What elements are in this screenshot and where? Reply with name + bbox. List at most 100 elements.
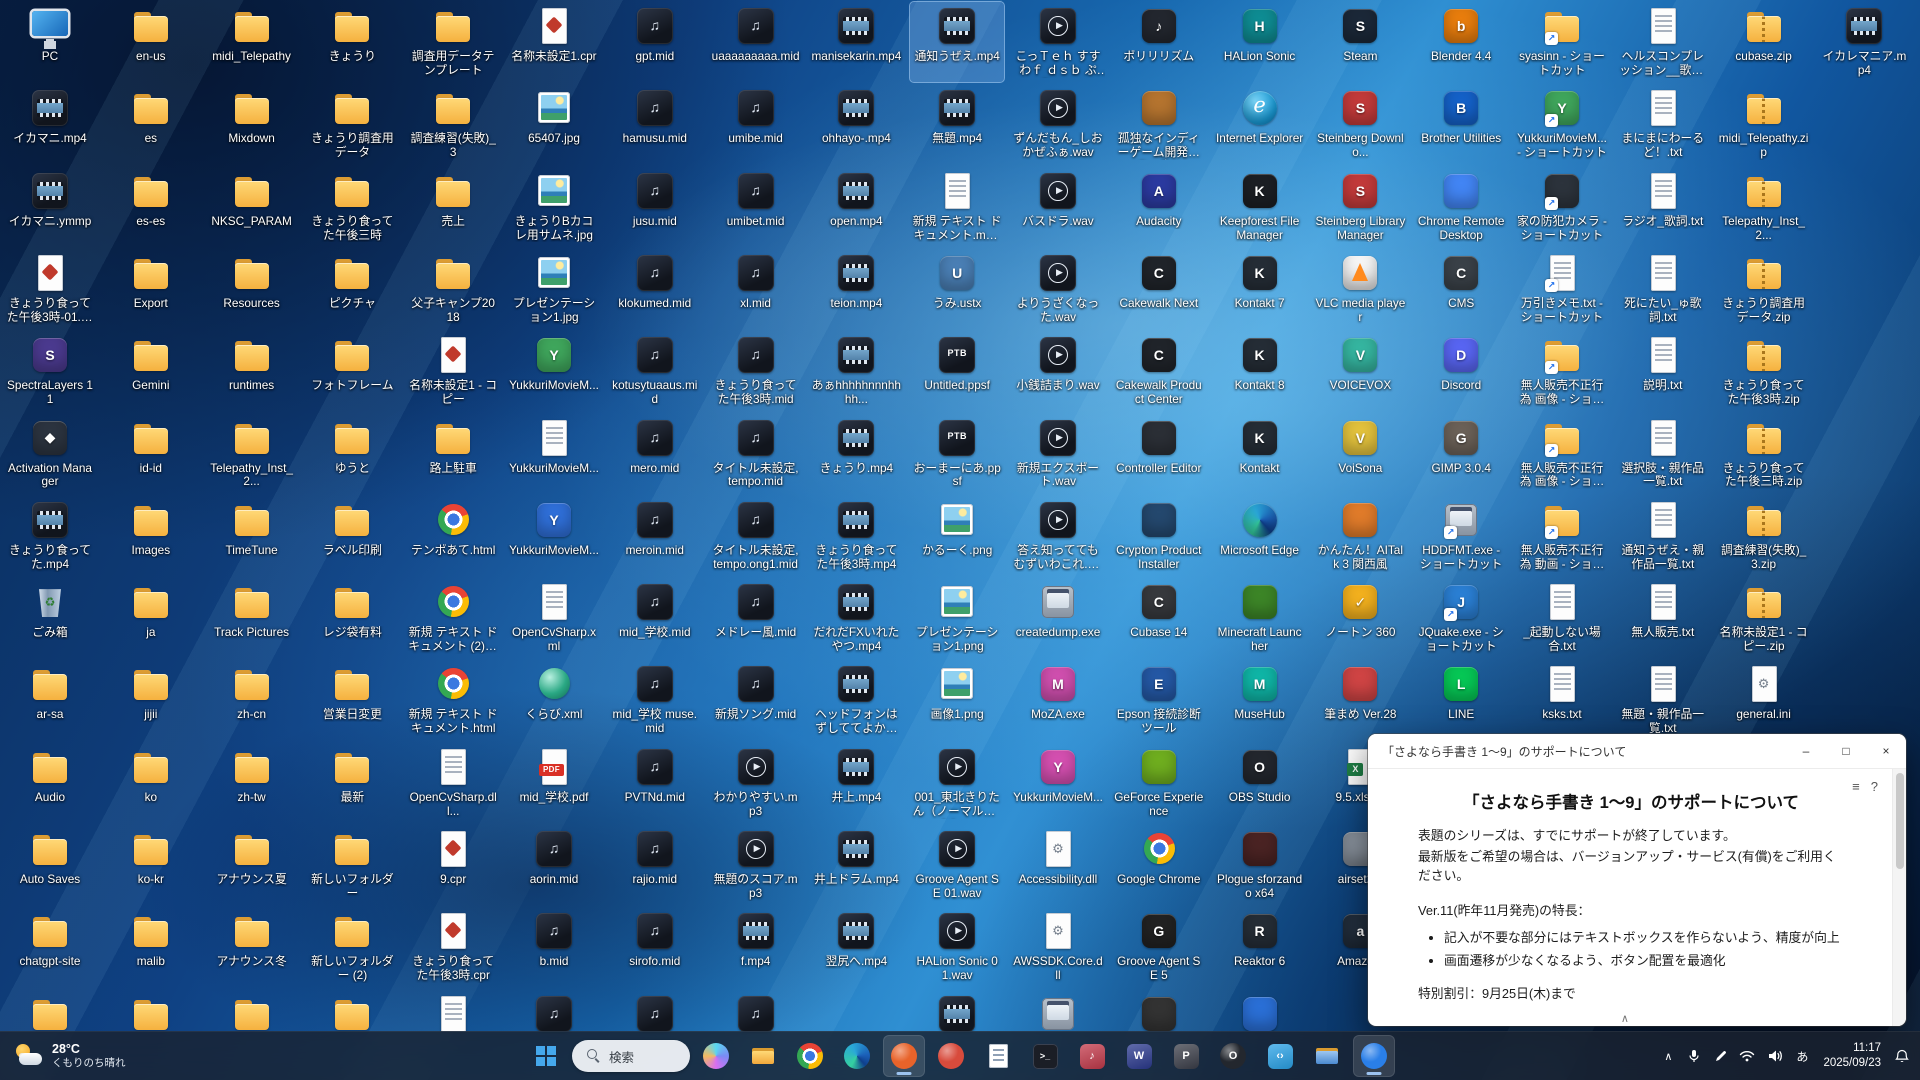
desktop-icon[interactable]: mero.mid [608, 414, 702, 494]
desktop-icon[interactable]: Untitled.ppsf [910, 331, 1004, 411]
desktop-icon[interactable]: open.mp4 [809, 167, 903, 247]
desktop-icon[interactable]: CCMS [1414, 249, 1508, 329]
desktop-icon[interactable]: KKontakt 7 [1213, 249, 1307, 329]
desktop-icon[interactable]: きょうり調査用データ [305, 84, 399, 164]
desktop-icon[interactable]: 路上駐車 [406, 414, 500, 494]
desktop-icon[interactable]: TimeTune [205, 496, 299, 576]
desktop-icon[interactable]: 小銭詰まり.wav [1011, 331, 1105, 411]
desktop-icon[interactable]: 001_東北きりたん（ノーマル）_少しv... [910, 743, 1004, 823]
desktop-icon[interactable]: 調査練習(失敗)_3 [406, 84, 500, 164]
desktop-icon[interactable]: es [104, 84, 198, 164]
desktop-icon[interactable]: イカマニ.mp4 [3, 84, 97, 164]
clock[interactable]: 11:17 2025/09/23 [1816, 1041, 1888, 1071]
terminal-taskbar-button[interactable] [1024, 1035, 1066, 1077]
desktop-icon[interactable]: 通知うぜえ・親作品一覧.txt [1616, 496, 1710, 576]
desktop-icon[interactable]: きょうり食ってた午後3時.zip [1717, 331, 1811, 411]
desktop-icon[interactable]: タイトル未設定, tempo.ong1.mid [709, 496, 803, 576]
desktop-icon[interactable]: 筆まめ Ver.28 [1313, 660, 1407, 740]
desktop-icon[interactable]: アナウンス冬 [205, 907, 299, 987]
desktop-icon[interactable]: mid_学校.pdf [507, 743, 601, 823]
desktop-icon[interactable]: SSteinberg Library Manager [1313, 167, 1407, 247]
desktop-icon[interactable]: Accessibility.dll [1011, 825, 1105, 905]
desktop-icon[interactable]: きょうり食ってた午後三時.zip [1717, 414, 1811, 494]
desktop-icon[interactable]: hamusu.mid [608, 84, 702, 164]
desktop-icon[interactable]: Export [104, 249, 198, 329]
desktop-icon[interactable]: ar-sa [3, 660, 97, 740]
desktop-icon[interactable]: 井上.mp4 [809, 743, 903, 823]
desktop-icon[interactable]: きょうり食ってた午後三時 [305, 167, 399, 247]
dialog-scrollbar[interactable] [1892, 769, 1906, 1026]
desktop-icon[interactable]: 無人販売不正行為 画像 - ショートカット [1515, 414, 1609, 494]
desktop-icon[interactable]: 新規 テキスト ドキュメント (2).html [406, 578, 500, 658]
desktop-icon[interactable]: cubase.zip [1717, 2, 1811, 82]
desktop-icon[interactable]: 調査用データテンプレート [406, 2, 500, 82]
desktop-icon[interactable]: ko [104, 743, 198, 823]
desktop-icon[interactable]: es-es [104, 167, 198, 247]
desktop-icon[interactable]: uaaaaaaaaa.mid [709, 2, 803, 82]
desktop-icon[interactable]: teion.mp4 [809, 249, 903, 329]
desktop-icon[interactable]: JJQuake.exe - ショートカット [1414, 578, 1508, 658]
desktop-icon[interactable]: KKeepforest File Manager [1213, 167, 1307, 247]
desktop-icon[interactable]: OpenCvSharp.dll... [406, 743, 500, 823]
desktop-icon[interactable]: meroin.mid [608, 496, 702, 576]
desktop-icon[interactable]: sirofo.mid [608, 907, 702, 987]
desktop-icon[interactable]: Gemini [104, 331, 198, 411]
desktop-icon[interactable]: 名称未設定1 - コピー [406, 331, 500, 411]
desktop-icon[interactable]: きょうり食ってた.mp4 [3, 496, 97, 576]
desktop-icon[interactable]: NKSC_PARAM [205, 167, 299, 247]
desktop-icon[interactable]: ohhayo-.mp4 [809, 84, 903, 164]
desktop-icon[interactable]: 説明.txt [1616, 331, 1710, 411]
desktop-icon[interactable]: Mixdown [205, 84, 299, 164]
desktop-icon[interactable]: 答え知っててもむずいわこれ.wav [1011, 496, 1105, 576]
desktop-icon[interactable]: umibet.mid [709, 167, 803, 247]
desktop-icon[interactable]: メドレー風.mid [709, 578, 803, 658]
desktop-icon[interactable]: SSpectraLayers 11 [3, 331, 97, 411]
app-red-taskbar-button[interactable] [930, 1035, 972, 1077]
desktop-icon[interactable]: 新しいフォルダー [305, 825, 399, 905]
desktop-icon[interactable]: 無人販売.txt [1616, 578, 1710, 658]
volume-icon[interactable] [1762, 1038, 1788, 1074]
desktop-icon[interactable]: midi_Telepathy [205, 2, 299, 82]
desktop-icon[interactable]: AAudacity [1112, 167, 1206, 247]
desktop-icon[interactable]: 万引きメモ.txt - ショートカット [1515, 249, 1609, 329]
desktop-icon[interactable]: 翌尻へ.mp4 [809, 907, 903, 987]
desktop-icon[interactable]: きょうり食ってた午後3時-01.cpr [3, 249, 97, 329]
desktop-icon[interactable]: Telepathy_Inst_2... [1717, 167, 1811, 247]
desktop-icon[interactable]: ラジオ_歌詞.txt [1616, 167, 1710, 247]
desktop-icon[interactable]: Auto Saves [3, 825, 97, 905]
desktop-icon[interactable]: 調査練習(失敗)_3.zip [1717, 496, 1811, 576]
desktop-icon[interactable]: mid_学校 muse.mid [608, 660, 702, 740]
desktop-icon[interactable]: Resources [205, 249, 299, 329]
desktop-icon[interactable]: zh-tw [205, 743, 299, 823]
desktop-icon[interactable]: midi_Telepathy.zip [1717, 84, 1811, 164]
desktop-icon[interactable]: プレゼンテーション1.png [910, 578, 1004, 658]
desktop-icon[interactable]: id-id [104, 414, 198, 494]
desktop-icon[interactable]: chatgpt-site [3, 907, 97, 987]
desktop-icon[interactable]: かんたん！AITalk 3 関西風 [1313, 496, 1407, 576]
desktop-icon[interactable]: きょうり.mp4 [809, 414, 903, 494]
desktop-icon[interactable]: イカマニ.ymmp [3, 167, 97, 247]
desktop-icon[interactable]: en-us [104, 2, 198, 82]
desktop-icon[interactable]: ✓ノートン 360 [1313, 578, 1407, 658]
desktop-icon[interactable]: くらび.xml [507, 660, 601, 740]
desktop-icon[interactable]: 新規 テキスト ドキュメント.html [406, 660, 500, 740]
weather-widget[interactable]: 28°C くもりのち晴れ [4, 1032, 136, 1080]
app-blue-taskbar-button[interactable] [1353, 1035, 1395, 1077]
desktop-icon[interactable]: きょうり食ってた午後3時.mp4 [809, 496, 903, 576]
help-icon[interactable]: ? [1871, 779, 1878, 794]
desktop-icon[interactable]: Minecraft Launcher [1213, 578, 1307, 658]
desktop-icon[interactable]: kotusytuaaus.mid [608, 331, 702, 411]
desktop-icon[interactable]: syasinn - ショートカット [1515, 2, 1609, 82]
desktop-icon[interactable]: ピクチャ [305, 249, 399, 329]
desktop-icon[interactable]: まにまにわーるど！.txt [1616, 84, 1710, 164]
scroll-up-chevron-icon[interactable] [1621, 1012, 1629, 1025]
desktop-icon[interactable]: あぁhhhhhnnnhhhh... [809, 331, 903, 411]
desktop-icon[interactable]: 9.cpr [406, 825, 500, 905]
desktop-icon[interactable]: ja [104, 578, 198, 658]
desktop-icon[interactable]: Crypton Product Installer [1112, 496, 1206, 576]
dialog-titlebar[interactable]: 「さよなら手書き 1〜9」のサポートについて – □ × [1368, 734, 1906, 769]
desktop-icon[interactable]: 売上 [406, 167, 500, 247]
desktop-icon[interactable]: こっＴｅｈ すすわｆ ｄｓｂ ぷあ.wav [1011, 2, 1105, 82]
desktop-icon[interactable]: bBlender 4.4 [1414, 2, 1508, 82]
edge-taskbar-button[interactable] [836, 1035, 878, 1077]
